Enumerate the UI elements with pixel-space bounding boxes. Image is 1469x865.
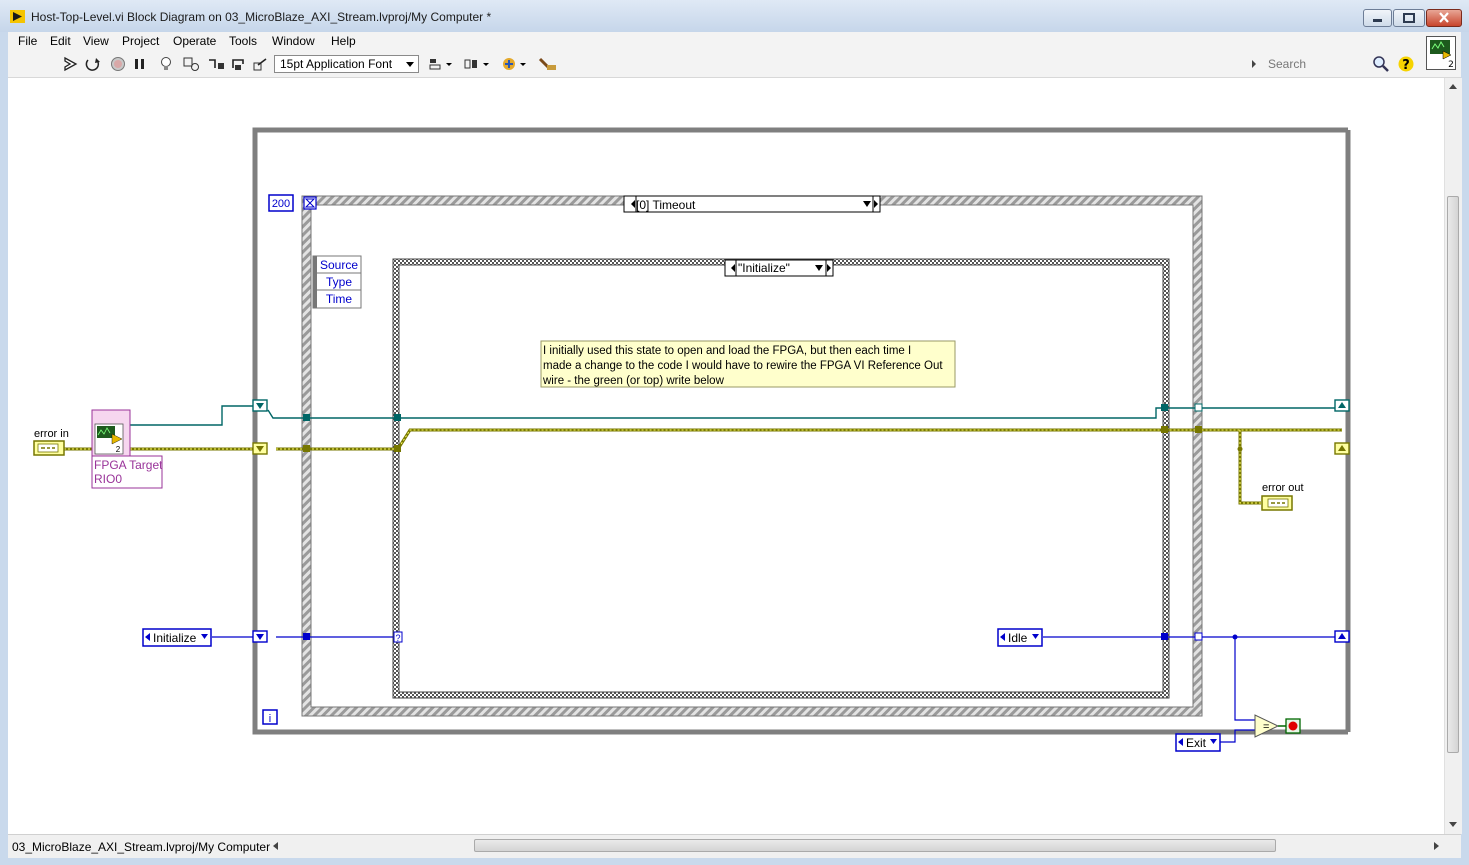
title-bar: Host-Top-Level.vi Block Diagram on 03_Mi…	[0, 0, 1469, 32]
menu-view[interactable]: View	[83, 34, 109, 48]
close-icon	[1439, 12, 1449, 23]
highlight-execution-icon[interactable]	[157, 56, 175, 72]
text-settings-select[interactable]: 15pt Application Font	[274, 55, 419, 73]
align-icon[interactable]	[428, 56, 454, 72]
shift-register-right-error[interactable]	[1334, 442, 1350, 455]
scroll-left-icon[interactable]	[271, 841, 279, 851]
vi-window: File Edit View Project Operate Tools Win…	[8, 32, 1462, 858]
enum-initialize-constant[interactable]: Initialize	[142, 628, 212, 647]
shift-register-left-error[interactable]	[252, 442, 268, 455]
enum-idle-label: Idle	[1008, 631, 1028, 645]
event-data-source: Source	[320, 258, 358, 272]
state-wire-junction	[1232, 634, 1238, 640]
svg-text:2: 2	[1448, 60, 1454, 69]
loop-stop-terminal[interactable]	[1285, 718, 1301, 734]
event-data-time: Time	[326, 292, 353, 306]
fpga-target-resource: RIO0	[94, 472, 122, 486]
window-title: Host-Top-Level.vi Block Diagram on 03_Mi…	[31, 10, 492, 24]
search-icon[interactable]	[1372, 55, 1390, 73]
enum-exit-label: Exit	[1186, 736, 1207, 750]
comment-line-2: made a change to the code I would have t…	[543, 360, 943, 372]
horizontal-scroll-thumb[interactable]	[474, 839, 1276, 852]
enum-exit-constant[interactable]: Exit	[1175, 733, 1221, 752]
toolbar: 15pt Application Font Search ?	[8, 51, 1461, 78]
menu-project[interactable]: Project	[122, 34, 159, 48]
scroll-up-icon[interactable]	[1448, 82, 1458, 90]
search-arrow-icon	[1252, 60, 1256, 68]
reorder-icon[interactable]	[500, 56, 528, 72]
vertical-scroll-thumb[interactable]	[1447, 196, 1459, 753]
scroll-down-icon[interactable]	[1448, 821, 1458, 829]
equal-icon: =	[1263, 721, 1269, 733]
pause-icon[interactable]	[131, 56, 149, 72]
vi-connector-icon[interactable]: 2	[1426, 36, 1456, 70]
shift-register-right-reference[interactable]	[1334, 399, 1350, 412]
event-data-node[interactable]: Source Type Time	[312, 255, 362, 309]
comment-line-3: wire - the green (or top) write below	[542, 375, 725, 387]
search-input[interactable]: Search	[1268, 57, 1418, 75]
comment-label[interactable]: I initially used this state to open and …	[540, 340, 956, 388]
distribute-icon[interactable]	[463, 56, 491, 72]
case-selector[interactable]: "Initialize"	[724, 259, 834, 277]
fpga-badge: 2	[116, 445, 121, 454]
error-in-label: error in	[34, 428, 69, 440]
chevron-down-icon	[406, 62, 414, 67]
event-data-type: Type	[326, 275, 352, 289]
case-terminal-label: ?	[395, 633, 400, 643]
retain-wire-values-icon[interactable]	[182, 56, 200, 72]
run-arrow-icon[interactable]	[62, 56, 80, 72]
case-selector-label: "Initialize"	[738, 261, 790, 275]
project-context[interactable]: 03_MicroBlaze_AXI_Stream.lvproj/My Compu…	[12, 840, 270, 854]
enum-initialize-label: Initialize	[153, 631, 197, 645]
fpga-target-name: FPGA Target	[94, 458, 163, 472]
clean-up-diagram-icon[interactable]	[537, 56, 559, 72]
block-diagram: i 200 [0] Timeout Source Type Time "Init…	[8, 78, 1444, 833]
menu-operate[interactable]: Operate	[173, 34, 216, 48]
comment-line-1: I initially used this state to open and …	[543, 345, 911, 357]
error-out-label: error out	[1262, 482, 1304, 494]
iteration-terminal: i	[262, 709, 278, 725]
shift-register-left-reference[interactable]	[252, 399, 268, 412]
diagram-canvas: i 200 [0] Timeout Source Type Time "Init…	[33, 127, 1351, 752]
abort-icon[interactable]	[109, 56, 127, 72]
enum-idle-constant[interactable]: Idle	[997, 628, 1043, 647]
stop-icon	[1288, 721, 1298, 731]
step-into-icon[interactable]	[207, 56, 225, 72]
shift-register-right-state[interactable]	[1334, 630, 1350, 643]
case-selector-terminal[interactable]: ?	[393, 631, 403, 643]
error-out-indicator[interactable]	[1261, 495, 1293, 511]
error-in-control[interactable]	[33, 440, 65, 456]
menu-tools[interactable]: Tools	[229, 34, 257, 48]
menu-window[interactable]: Window	[272, 34, 315, 48]
vertical-scrollbar[interactable]	[1444, 78, 1462, 834]
event-selector-label: [0] Timeout	[636, 198, 696, 212]
labview-app-icon	[10, 10, 25, 23]
minimize-icon	[1373, 19, 1382, 22]
menu-help[interactable]: Help	[331, 34, 356, 48]
error-wire-junction	[1237, 446, 1243, 452]
vi-icon: 2	[1430, 40, 1454, 70]
status-bar: 03_MicroBlaze_AXI_Stream.lvproj/My Compu…	[8, 834, 1461, 858]
shift-register-left-state[interactable]	[252, 630, 268, 643]
scroll-right-icon[interactable]	[1433, 841, 1441, 851]
event-selector[interactable]: [0] Timeout	[623, 195, 881, 213]
step-over-icon[interactable]	[230, 56, 248, 72]
restore-icon	[1403, 13, 1415, 23]
font-label: 15pt Application Font	[280, 57, 393, 71]
minimize-button[interactable]	[1363, 9, 1392, 27]
iteration-label: i	[269, 713, 271, 725]
menu-edit[interactable]: Edit	[50, 34, 71, 48]
step-out-icon[interactable]	[252, 56, 270, 72]
context-help-icon[interactable]: ?	[1398, 55, 1414, 73]
timeout-terminal	[303, 196, 317, 210]
run-continuously-icon[interactable]	[84, 56, 102, 72]
close-button[interactable]	[1426, 9, 1462, 27]
timeout-constant[interactable]: 200	[268, 194, 294, 212]
svg-text:?: ?	[1402, 58, 1410, 73]
timeout-value: 200	[272, 198, 290, 210]
maximize-button[interactable]	[1393, 9, 1425, 27]
menu-file[interactable]: File	[18, 34, 37, 48]
menu-bar: File Edit View Project Operate Tools Win…	[8, 32, 1461, 51]
case-structure[interactable]	[392, 258, 1170, 699]
